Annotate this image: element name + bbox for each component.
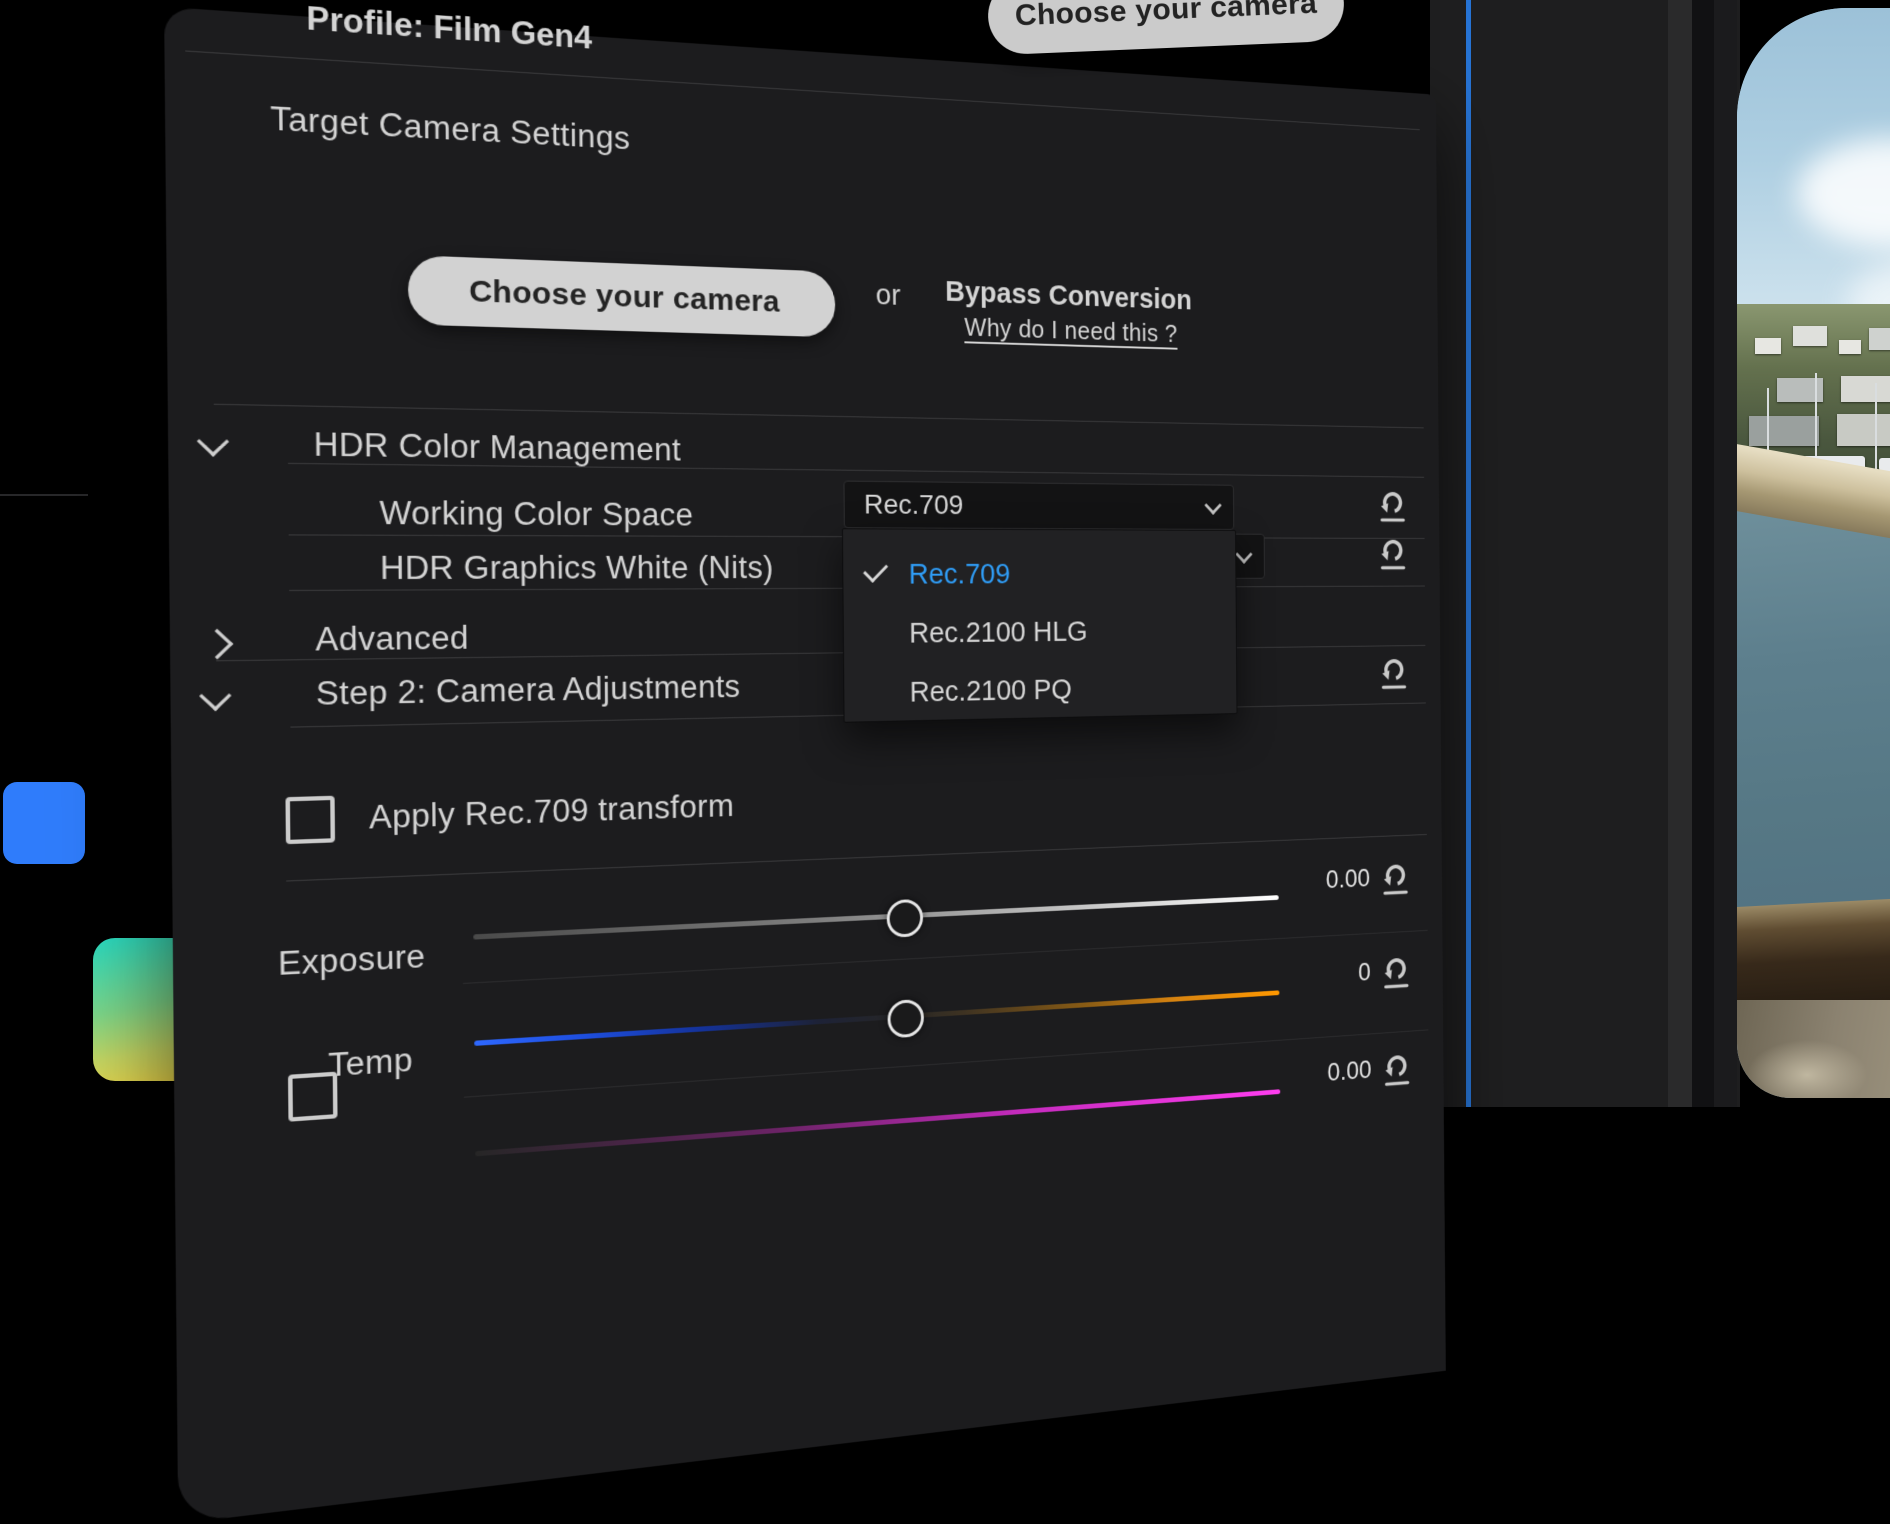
panel-edge-strip	[1668, 0, 1692, 1107]
section-hdr-color-management[interactable]: HDR Color Management	[313, 426, 681, 469]
temp-value[interactable]: 0	[1277, 958, 1370, 992]
working-color-space-dropdown[interactable]: Rec.709	[843, 481, 1234, 530]
checkmark-icon	[863, 557, 888, 583]
temp-label: Temp	[328, 1041, 413, 1084]
color-settings-panel: Profile: Film Gen4 Target Camera Setting…	[164, 7, 1446, 1524]
menu-item-rec2100-pq[interactable]: Rec.2100 PQ	[844, 659, 1236, 724]
menu-item-label: Rec.2100 PQ	[910, 674, 1072, 709]
temp-slider-track[interactable]	[474, 990, 1279, 1046]
divider	[288, 463, 1424, 478]
reset-icon[interactable]	[1379, 860, 1411, 896]
tint-slider-track[interactable]	[475, 1089, 1280, 1156]
exposure-slider-track[interactable]	[473, 895, 1278, 939]
photo-building	[1793, 326, 1827, 346]
panel-edge-strip	[1692, 0, 1714, 1107]
divider	[286, 834, 1427, 882]
background-divider-fragment	[0, 494, 88, 496]
dropdown-value: Rec.709	[845, 489, 964, 521]
panel-focus-line	[1466, 0, 1471, 1107]
program-monitor-photo	[1737, 8, 1890, 1098]
section-advanced[interactable]: Advanced	[315, 619, 469, 659]
panel-title-fragment: Profile: Film Gen4	[306, 0, 592, 57]
photo-building	[1839, 340, 1861, 354]
photo-building	[1841, 376, 1890, 402]
row-label-hdr-graphics-white: HDR Graphics White (Nits)	[380, 549, 774, 587]
choose-camera-button-floating[interactable]: Choose your camera	[987, 0, 1346, 55]
tint-value[interactable]: 0.00	[1278, 1055, 1371, 1091]
reset-icon[interactable]	[1377, 655, 1409, 690]
chevron-down-icon	[1204, 496, 1221, 515]
apply-rec709-label: Apply Rec.709 transform	[369, 788, 734, 837]
menu-item-label: Rec.2100 HLG	[909, 616, 1088, 650]
photo-building	[1749, 416, 1819, 446]
exposure-slider-knob[interactable]	[887, 899, 924, 938]
menu-item-rec709[interactable]: Rec.709	[843, 545, 1236, 605]
temp-slider-knob[interactable]	[887, 999, 924, 1039]
choose-camera-button[interactable]: Choose your camera	[408, 255, 836, 337]
reset-icon[interactable]	[1376, 488, 1408, 523]
divider	[214, 404, 1424, 429]
or-label: or	[876, 279, 901, 312]
right-panel-group	[1430, 0, 1740, 1107]
bypass-conversion-label[interactable]: Bypass Conversion	[945, 276, 1192, 317]
photo-building	[1837, 414, 1890, 446]
apply-rec709-checkbox[interactable]	[285, 796, 335, 844]
chevron-down-icon[interactable]	[197, 426, 229, 456]
row-label-working-color-space: Working Color Space	[379, 495, 693, 534]
photo-ground-path	[1737, 1000, 1890, 1098]
decor-blue-square	[3, 782, 85, 864]
photo-building	[1869, 328, 1890, 350]
menu-item-label: Rec.709	[909, 559, 1011, 591]
reset-icon[interactable]	[1376, 536, 1408, 571]
exposure-value[interactable]: 0.00	[1277, 864, 1370, 897]
section-step2-camera-adjustments[interactable]: Step 2: Camera Adjustments	[316, 669, 741, 714]
reset-icon[interactable]	[1380, 954, 1412, 991]
photo-water	[1737, 508, 1890, 928]
panel-edge-strip	[1714, 0, 1737, 1107]
exposure-label: Exposure	[278, 938, 426, 984]
section-heading-target-camera: Target Camera Settings	[270, 100, 630, 158]
chevron-right-icon[interactable]	[201, 629, 233, 659]
why-need-this-link[interactable]: Why do I need this ?	[964, 314, 1177, 349]
photo-ground-patch	[1747, 1040, 1867, 1098]
photo-building	[1755, 338, 1781, 354]
menu-item-rec2100-hlg[interactable]: Rec.2100 HLG	[844, 602, 1237, 664]
reset-icon[interactable]	[1381, 1051, 1413, 1088]
partial-checkbox[interactable]	[288, 1072, 338, 1122]
marketing-composite: { "window": { "background": "#000000" },…	[0, 0, 1890, 1107]
color-space-dropdown-menu: Rec.709 Rec.2100 HLG Rec.2100 PQ	[842, 528, 1237, 723]
chevron-down-icon[interactable]	[199, 681, 231, 711]
chevron-down-icon	[1235, 545, 1252, 564]
photo-boat-mast	[1875, 383, 1877, 475]
